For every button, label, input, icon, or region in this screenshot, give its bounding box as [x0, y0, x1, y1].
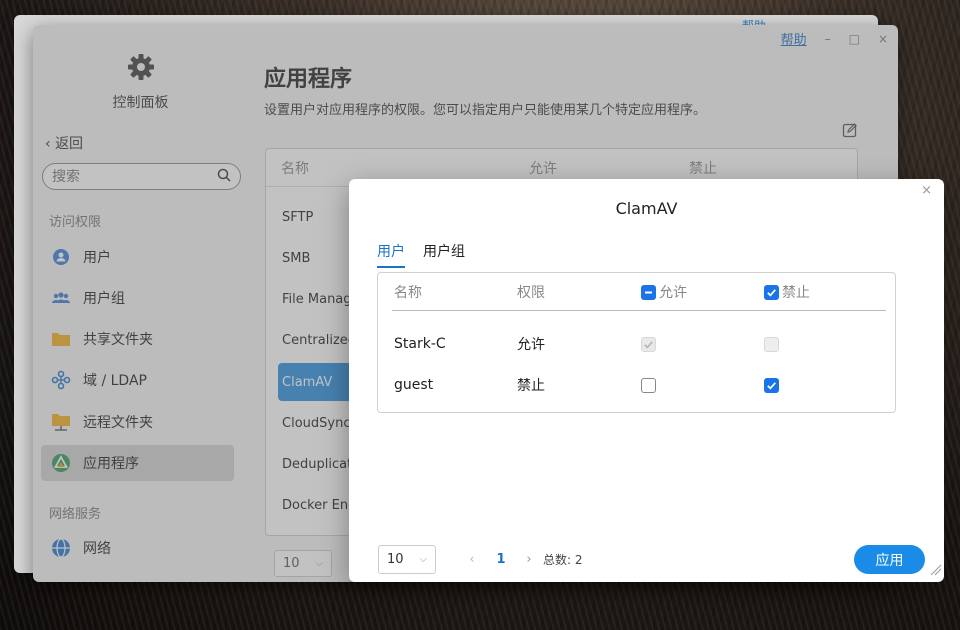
- sidebar-item-label: 域 / LDAP: [83, 373, 147, 389]
- edit-icon[interactable]: [842, 122, 858, 142]
- control-panel-header: 控制面板: [33, 52, 248, 112]
- column-name: 名称: [281, 160, 309, 177]
- back-button[interactable]: ‹ 返回: [45, 133, 83, 153]
- sidebar-item-domain-ldap[interactable]: 域 / LDAP: [41, 362, 234, 398]
- deny-checkbox[interactable]: [764, 377, 779, 393]
- domain-icon: [51, 370, 71, 390]
- user-group-icon: [51, 288, 71, 308]
- chevron-down-icon: ⌵: [419, 554, 427, 565]
- row-user-name: guest: [394, 377, 434, 393]
- row-allow-cell: [641, 336, 656, 352]
- sidebar: 控制面板 ‹ 返回 访问权限 用户 用户组: [33, 25, 248, 582]
- sidebar-item-label: 远程文件夹: [83, 415, 153, 431]
- column-allow: 允许: [529, 160, 557, 177]
- current-page[interactable]: 1: [487, 552, 515, 567]
- app-name: Deduplicati: [282, 456, 356, 472]
- control-panel-title: 控制面板: [112, 95, 169, 111]
- page-description: 设置用户对应用程序的权限。您可以指定用户只能使用某几个特定应用程序。: [264, 103, 707, 118]
- section-access-label: 访问权限: [49, 215, 102, 230]
- next-page-icon[interactable]: ›: [515, 552, 543, 567]
- dialog-close-icon[interactable]: ×: [921, 183, 932, 198]
- search-icon[interactable]: [217, 168, 231, 186]
- app-name: SFTP: [282, 209, 314, 225]
- sidebar-item-label: 用户: [83, 250, 111, 266]
- deny-all-checkbox[interactable]: [764, 284, 779, 300]
- row-deny-cell: [764, 377, 779, 393]
- user-icon: [51, 247, 71, 267]
- app-name: ClamAV: [282, 374, 333, 390]
- total-count: 总数: 2: [543, 553, 583, 567]
- dialog-tabs: 用户 用户组: [377, 241, 465, 268]
- dialog-title: ClamAV: [615, 199, 678, 218]
- allow-all-checkbox[interactable]: [641, 284, 656, 300]
- app-name: SMB: [282, 250, 311, 266]
- header-divider: [392, 310, 886, 311]
- deny-checkbox-disabled: [764, 336, 779, 352]
- sidebar-item-shared-folders[interactable]: 共享文件夹: [41, 321, 234, 357]
- sidebar-item-network[interactable]: 网络: [41, 530, 234, 566]
- column-deny: 禁止: [764, 273, 810, 311]
- sidebar-item-users[interactable]: 用户: [41, 239, 234, 275]
- tab-user-groups[interactable]: 用户组: [423, 241, 465, 268]
- tab-users[interactable]: 用户: [377, 241, 405, 268]
- chevron-left-icon: ‹: [45, 136, 51, 152]
- allow-checkbox[interactable]: [641, 377, 656, 393]
- page-size-select[interactable]: 10 ⌵: [274, 550, 332, 577]
- back-label: 返回: [55, 136, 84, 152]
- row-user-name: Stark-C: [394, 336, 446, 352]
- permission-dialog: × ClamAV 用户 用户组 名称 权限 允许 禁止 Stark-C 允许 g…: [349, 179, 944, 582]
- gear-icon: [126, 52, 156, 82]
- row-deny-cell: [764, 336, 779, 352]
- apply-button[interactable]: 应用: [854, 545, 925, 574]
- sidebar-item-label: 网络: [83, 541, 111, 557]
- column-permission: 权限: [517, 285, 545, 301]
- chevron-down-icon: ⌵: [315, 558, 323, 569]
- section-network-label: 网络服务: [49, 507, 102, 522]
- table-header: 名称 权限 允许 禁止: [378, 273, 896, 311]
- permission-table: 名称 权限 允许 禁止 Stark-C 允许 guest 禁止: [377, 272, 896, 413]
- app-name: Centralized: [282, 332, 357, 348]
- sidebar-item-label: 共享文件夹: [83, 332, 153, 348]
- app-name: CloudSync: [282, 415, 351, 431]
- column-allow-label: 允许: [659, 285, 687, 301]
- column-deny: 禁止: [689, 160, 717, 177]
- page-size-select[interactable]: 10 ⌵: [378, 545, 436, 574]
- row-permission: 允许: [517, 337, 545, 353]
- row-permission: 禁止: [517, 378, 545, 394]
- network-icon: [51, 538, 71, 558]
- page-size-value: 10: [283, 556, 300, 571]
- sidebar-item-user-groups[interactable]: 用户组: [41, 280, 234, 316]
- pagination: ‹ 1 › 总数: 2: [457, 545, 583, 574]
- sidebar-item-remote-folders[interactable]: 远程文件夹: [41, 404, 234, 440]
- page-title: 应用程序: [264, 67, 353, 92]
- page-size-value: 10: [387, 552, 404, 567]
- app-icon: [51, 453, 71, 473]
- sidebar-item-label: 应用程序: [83, 456, 139, 472]
- column-name: 名称: [394, 285, 422, 301]
- allow-checkbox-disabled: [641, 336, 656, 352]
- search-box: [42, 163, 241, 190]
- remote-folder-icon: [51, 412, 71, 432]
- column-deny-label: 禁止: [782, 285, 810, 301]
- app-name: File Manag: [282, 291, 352, 307]
- folder-icon: [51, 329, 71, 349]
- sidebar-item-applications[interactable]: 应用程序: [41, 445, 234, 481]
- sidebar-item-label: 用户组: [83, 291, 125, 307]
- app-name: Docker Eng: [282, 497, 357, 513]
- resize-handle-icon[interactable]: [928, 562, 942, 580]
- prev-page-icon[interactable]: ‹: [457, 552, 487, 567]
- search-input[interactable]: [52, 168, 202, 185]
- column-allow: 允许: [641, 273, 687, 311]
- row-allow-cell: [641, 377, 656, 393]
